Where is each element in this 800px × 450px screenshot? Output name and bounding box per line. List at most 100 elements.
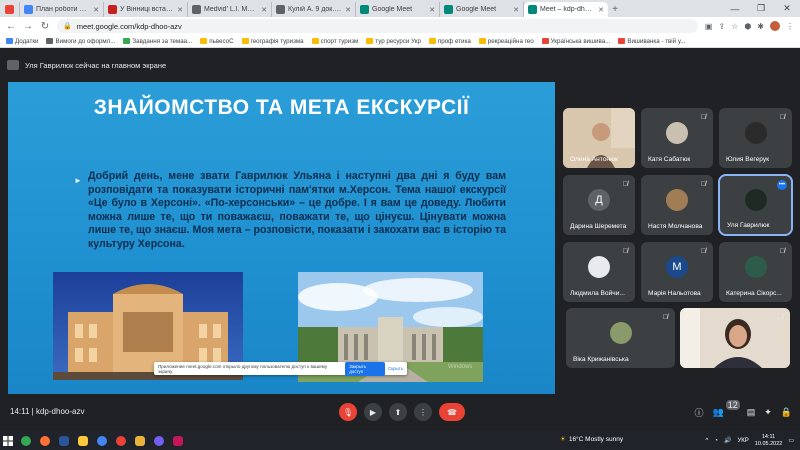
folder-taskbar-icon[interactable] — [130, 431, 149, 450]
language-indicator[interactable]: УКР — [737, 438, 748, 444]
tab-6[interactable]: Google Meet ✕ — [440, 2, 524, 17]
close-icon[interactable]: ✕ — [513, 6, 519, 14]
reload-icon[interactable]: ↻ — [40, 21, 50, 32]
participant-name: Дарина Шеремета — [570, 223, 627, 230]
bookmark-item[interactable]: тур ресурси Укр — [366, 38, 421, 45]
docs-icon — [24, 5, 33, 14]
bookmark-item[interactable]: спорт туризм — [311, 38, 358, 45]
tab-2[interactable]: У Вінниці встановили пам✕ — [104, 2, 188, 17]
participant-tile-8[interactable]: 🎙̸ Катерина Сікорс... — [719, 242, 792, 302]
close-icon[interactable]: ✕ — [598, 6, 604, 14]
participant-tile-5[interactable]: ••• Уля Гаврилюк — [718, 174, 793, 236]
participant-tile-2[interactable]: 🎙̸ Юлия Вегерук — [719, 108, 792, 168]
participant-tile-3[interactable]: 🎙̸ Д Дарина Шеремета — [563, 175, 635, 235]
app-taskbar-icon[interactable] — [168, 431, 187, 450]
participant-tile-self[interactable]: 🎙̸ — [680, 308, 790, 368]
bookmark-label: тур ресурси Укр — [375, 37, 421, 45]
close-window-icon[interactable]: ✕ — [774, 0, 800, 17]
tab-4[interactable]: Кулій А. 9 док.pdf ✕ — [272, 2, 356, 17]
participant-avatar — [588, 256, 610, 279]
presenter-banner-text: Уля Гаврилюк сейчас на главном экране — [25, 60, 167, 70]
camera-toggle-button[interactable]: ▶ — [364, 403, 382, 421]
chevron-up-icon[interactable]: ^ — [706, 438, 709, 444]
new-tab-button[interactable]: + — [608, 2, 622, 17]
participant-tile-0[interactable]: Олена Антонюк — [563, 108, 635, 168]
back-icon[interactable]: ← — [6, 21, 16, 32]
notification-icon[interactable]: ▭ — [788, 437, 794, 444]
close-icon[interactable]: ✕ — [429, 6, 435, 14]
windows-start-icon[interactable] — [0, 431, 16, 450]
bookmark-item[interactable]: пьвесоС — [200, 38, 234, 45]
info-icon[interactable]: ⓘ — [694, 406, 703, 419]
more-options-icon[interactable]: ••• — [777, 180, 787, 190]
bookmarks-bar: Додатки Вимоги до оформл... Завдання за те… — [0, 35, 800, 48]
word-taskbar-icon[interactable] — [54, 431, 73, 450]
tab-3[interactable]: Medvid' L.I. Metodychko✕ — [188, 2, 272, 17]
maximize-icon[interactable]: ❐ — [748, 0, 774, 17]
stop-sharing-button[interactable]: Закрыть доступ — [345, 361, 385, 376]
volume-icon[interactable]: 🔊 — [724, 437, 731, 444]
bookmark-item[interactable]: Завдання за темаа... — [123, 38, 192, 45]
close-icon[interactable]: ✕ — [93, 6, 99, 14]
bookmark-item[interactable]: рекреаційна гео — [478, 37, 534, 45]
weather-widget[interactable]: ☀ 16°C Mostly sunny — [560, 435, 623, 444]
network-icon[interactable]: ◔ — [714, 438, 718, 444]
chrome-taskbar-icon[interactable] — [16, 431, 35, 450]
participant-avatar — [609, 322, 632, 345]
participant-tile-6[interactable]: 🎙̸ Людмила Войчи... — [563, 242, 635, 302]
bookmark-item[interactable]: Додатки — [6, 38, 38, 45]
camera-icon[interactable]: ▣ — [705, 22, 713, 31]
chat-icon[interactable]: ▤ — [747, 407, 756, 418]
participant-name: Уля Гаврилюк — [727, 222, 770, 229]
explorer-taskbar-icon[interactable] — [73, 431, 92, 450]
bookmark-folder-icon — [366, 38, 374, 44]
participant-tile-9[interactable]: 🎙̸ Віка Крижанівська — [566, 308, 675, 368]
minimize-icon[interactable]: — — [722, 0, 748, 17]
present-button[interactable]: ⬆ — [389, 403, 407, 421]
bookmark-item[interactable]: Українська вишива... — [541, 38, 610, 45]
extensions-puzzle-icon[interactable]: ✱ — [757, 22, 764, 31]
menu-icon[interactable]: ⋮ — [786, 22, 794, 31]
leave-call-button[interactable]: ☎ — [439, 403, 465, 421]
mic-off-icon: 🎙̸ — [700, 248, 706, 255]
extension-icon[interactable]: ⬢ — [744, 22, 751, 31]
mic-toggle-button[interactable]: 🎙 — [339, 403, 357, 421]
tab-7[interactable]: Meet – kdp-dhoo-az✕ — [524, 2, 608, 17]
participant-name: Олена Антонюк — [570, 156, 618, 163]
bookmark-item[interactable]: Вимоги до оформл... — [46, 38, 115, 45]
clock-date: 10.05.2022 — [754, 440, 783, 447]
forward-icon[interactable]: → — [23, 21, 33, 32]
address-bar[interactable]: 🔒 meet.google.com/kdp-dhoo-azv — [57, 19, 698, 33]
bookmark-label: рекреаційна гео — [487, 37, 534, 45]
viber-taskbar-icon[interactable] — [149, 431, 168, 450]
close-icon[interactable]: ✕ — [345, 6, 351, 14]
chrome3-taskbar-icon[interactable] — [111, 431, 130, 450]
profile-avatar[interactable] — [770, 21, 780, 31]
firefox-taskbar-icon[interactable] — [35, 431, 54, 450]
participant-tile-1[interactable]: 🎙̸ Катя Сабатюк — [641, 108, 713, 168]
close-icon[interactable]: ✕ — [261, 6, 267, 14]
clock[interactable]: 14:11 10.05.2022 — [755, 434, 783, 448]
mic-off-icon: 🎙̸ — [779, 248, 785, 255]
bookmark-item[interactable]: географія туризма — [241, 38, 304, 45]
bookmark-item[interactable]: Вишиванка - твій у... — [618, 38, 686, 45]
bookmark-item[interactable]: проф етика — [428, 38, 471, 45]
activities-icon[interactable]: ✦ — [764, 407, 772, 418]
participant-tile-7[interactable]: 🎙̸ M Марія Нальотова — [641, 242, 713, 302]
tab-5[interactable]: Google Meet ✕ — [356, 2, 440, 17]
tab-0[interactable] — [2, 2, 20, 17]
participant-name: Людмила Войчи... — [570, 290, 625, 297]
participant-tile-4[interactable]: 🎙̸ Настя Молчанова — [641, 175, 713, 235]
close-icon[interactable]: ✕ — [177, 6, 183, 14]
more-button[interactable]: ⋮ — [414, 403, 432, 421]
chrome2-taskbar-icon[interactable] — [92, 431, 111, 450]
share-icon[interactable]: ⇪ — [718, 22, 725, 31]
bookmark-label: Вимоги до оформл... — [55, 37, 116, 45]
tab-1[interactable]: План роботи ЦК на 21-22✕ — [20, 2, 104, 17]
lock-icon[interactable]: 🔒 — [63, 22, 72, 30]
star-icon[interactable]: ☆ — [731, 22, 738, 31]
host-controls-icon[interactable]: 🔒 — [781, 407, 792, 418]
people-icon[interactable]: 👥12 — [712, 400, 740, 418]
hide-notice-button[interactable]: Скрыть — [388, 366, 403, 371]
bookmark-folder-icon — [241, 38, 249, 44]
